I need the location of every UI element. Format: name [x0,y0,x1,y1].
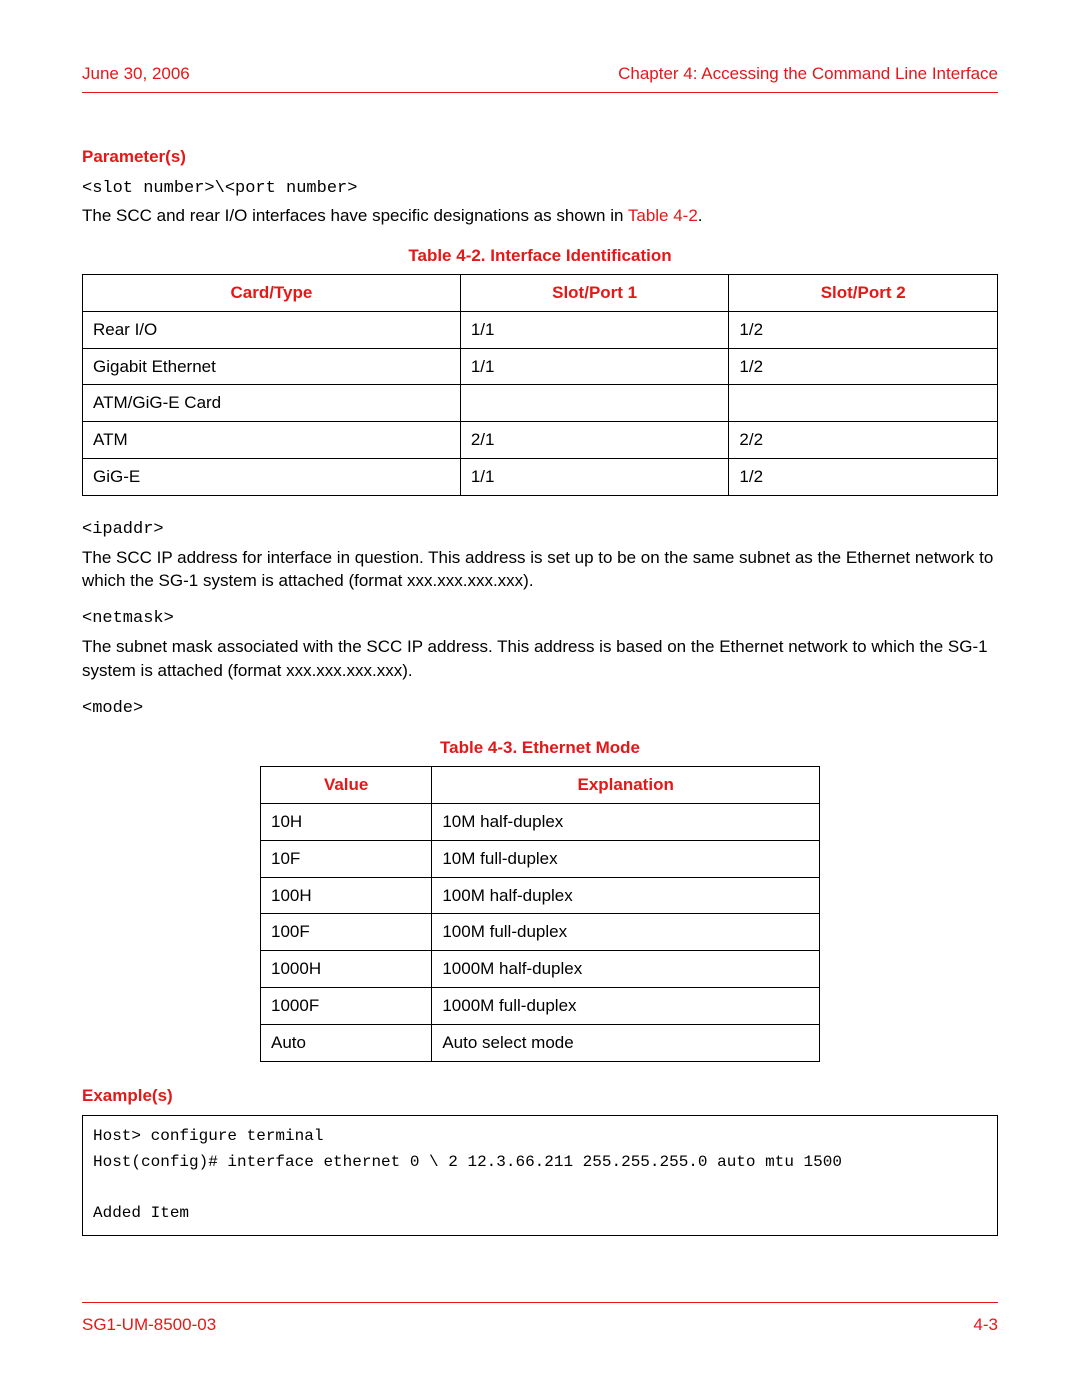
table2-cell: Auto select mode [432,1024,820,1061]
intro-text-1: The SCC and rear I/O interfaces have spe… [82,206,628,225]
table1-cell: 1/1 [460,311,729,348]
table2-cell: 10F [261,840,432,877]
table1-cell: 2/2 [729,422,998,459]
ipaddr-desc: The SCC IP address for interface in ques… [82,546,998,594]
table1-cell: GiG-E [83,458,461,495]
header-date: June 30, 2006 [82,62,190,86]
table1-cell: 2/1 [460,422,729,459]
table1-cell: 1/2 [729,458,998,495]
examples-heading: Example(s) [82,1084,998,1108]
table-row: 10H 10M half-duplex [261,803,820,840]
table1-cell: ATM/GiG-E Card [83,385,461,422]
table2-cell: 100F [261,914,432,951]
table-row: Gigabit Ethernet 1/1 1/2 [83,348,998,385]
table2-cell: 10H [261,803,432,840]
table2-title: Table 4-3. Ethernet Mode [82,736,998,760]
table2-cell: 10M half-duplex [432,803,820,840]
table1-cell: 1/1 [460,458,729,495]
table1-header: Card/Type [83,274,461,311]
table2-cell: 1000F [261,987,432,1024]
netmask-label: <netmask> [82,607,998,631]
table-row: ATM/GiG-E Card [83,385,998,422]
table1-cell: Gigabit Ethernet [83,348,461,385]
table1-cell: 1/2 [729,311,998,348]
table-interface-identification: Card/Type Slot/Port 1 Slot/Port 2 Rear I… [82,274,998,496]
table2-cell: 1000H [261,951,432,988]
slot-port-syntax: <slot number>\<port number> [82,177,998,201]
table-row: 1000F 1000M full-duplex [261,987,820,1024]
table2-header: Explanation [432,767,820,804]
table-row: 100H 100M half-duplex [261,877,820,914]
example-code-block: Host> configure terminal Host(config)# i… [82,1115,998,1235]
table1-header: Slot/Port 2 [729,274,998,311]
table2-cell: 100M half-duplex [432,877,820,914]
table2-cell: 100H [261,877,432,914]
table1-header: Slot/Port 1 [460,274,729,311]
parameters-heading: Parameter(s) [82,145,998,169]
table-row: 1000H 1000M half-duplex [261,951,820,988]
table-row: Auto Auto select mode [261,1024,820,1061]
table2-cell: 10M full-duplex [432,840,820,877]
table1-header-row: Card/Type Slot/Port 1 Slot/Port 2 [83,274,998,311]
table-row: ATM 2/1 2/2 [83,422,998,459]
table2-cell: 100M full-duplex [432,914,820,951]
table-ref-1[interactable]: Table 4-2 [628,206,698,225]
footer-page-number: 4-3 [973,1313,998,1337]
ipaddr-label: <ipaddr> [82,518,998,542]
table1-title: Table 4-2. Interface Identification [82,244,998,268]
table-ethernet-mode: Value Explanation 10H 10M half-duplex 10… [260,766,820,1061]
table1-cell: 1/2 [729,348,998,385]
table1-cell [729,385,998,422]
table2-cell: Auto [261,1024,432,1061]
table1-cell: 1/1 [460,348,729,385]
footer-doc-id: SG1-UM-8500-03 [82,1313,216,1337]
table2-cell: 1000M full-duplex [432,987,820,1024]
table2-header-row: Value Explanation [261,767,820,804]
table2-cell: 1000M half-duplex [432,951,820,988]
table1-cell: ATM [83,422,461,459]
table1-cell [460,385,729,422]
netmask-desc: The subnet mask associated with the SCC … [82,635,998,683]
intro-text-1-end: . [698,206,703,225]
mode-label: <mode> [82,697,998,721]
intro-paragraph: The SCC and rear I/O interfaces have spe… [82,204,998,228]
table1-cell: Rear I/O [83,311,461,348]
table-row: GiG-E 1/1 1/2 [83,458,998,495]
header-chapter: Chapter 4: Accessing the Command Line In… [618,62,998,86]
page-footer: SG1-UM-8500-03 4-3 [82,1302,998,1337]
table2-header: Value [261,767,432,804]
page-header: June 30, 2006 Chapter 4: Accessing the C… [82,62,998,93]
table-row: 10F 10M full-duplex [261,840,820,877]
table-row: Rear I/O 1/1 1/2 [83,311,998,348]
table-row: 100F 100M full-duplex [261,914,820,951]
